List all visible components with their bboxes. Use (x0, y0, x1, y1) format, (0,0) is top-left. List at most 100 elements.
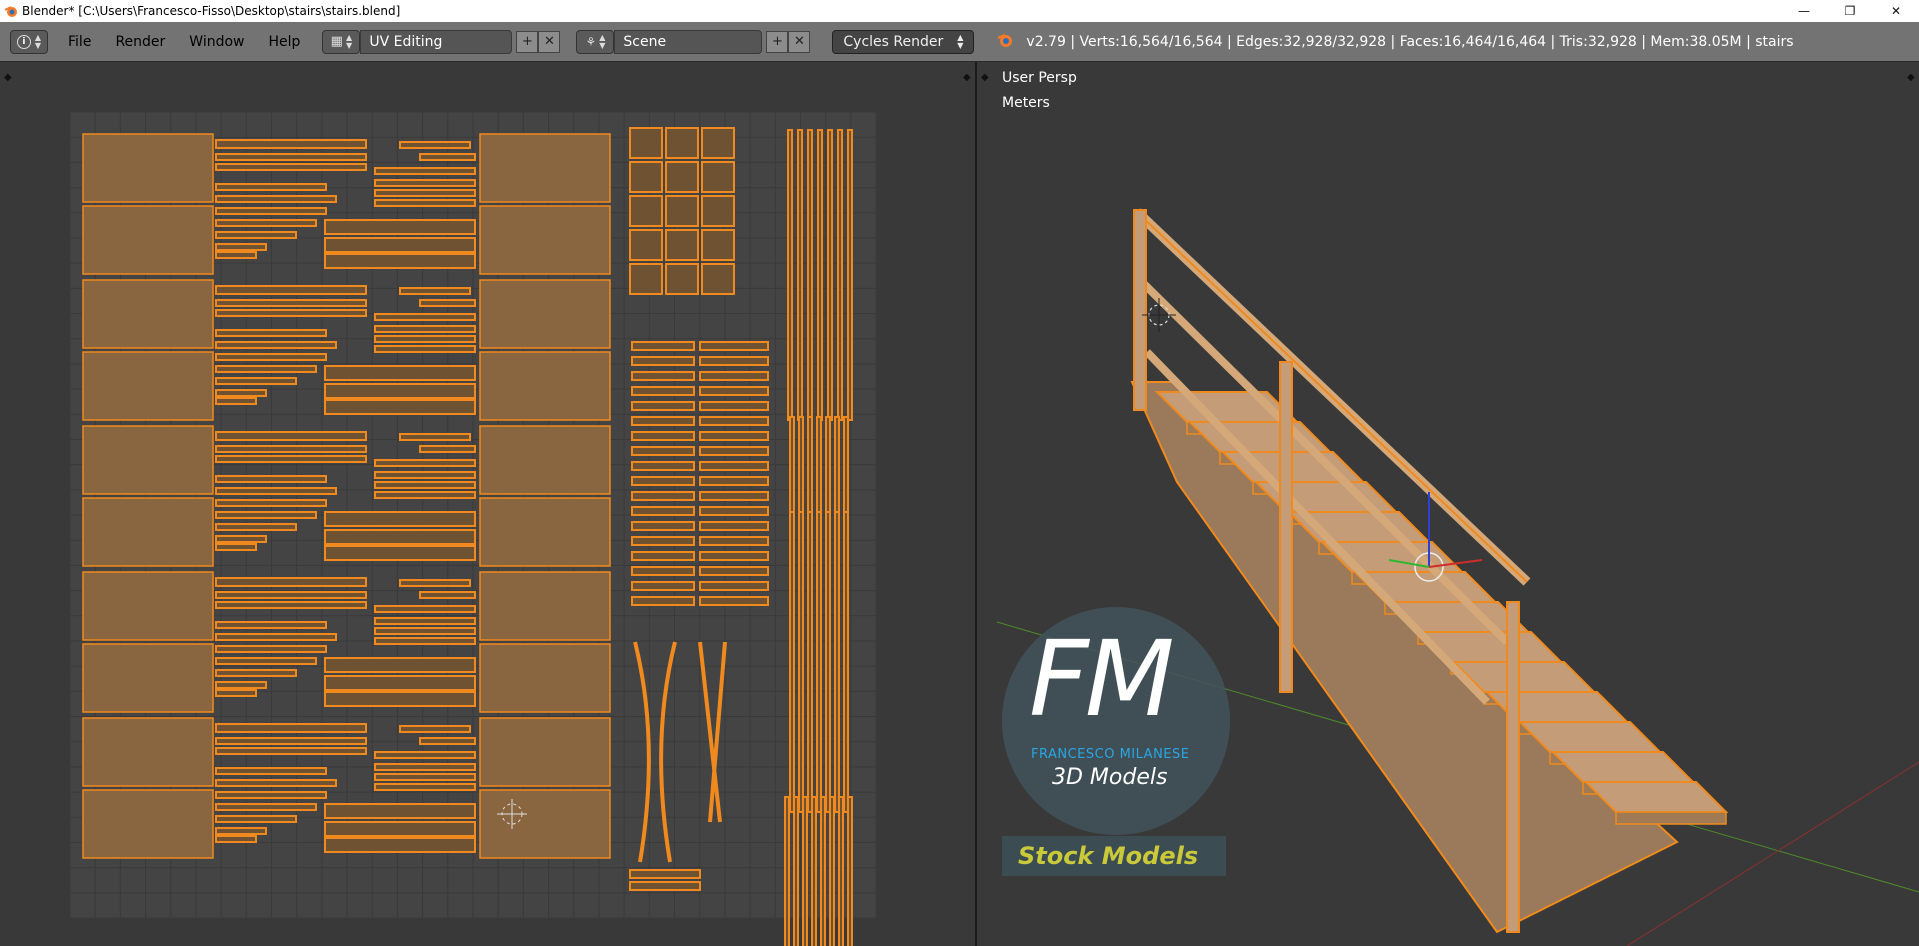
scene-name-field[interactable]: Scene (614, 29, 763, 54)
uv-strip (699, 476, 769, 486)
blender-logo-icon (996, 31, 1014, 53)
uv-face (82, 133, 214, 203)
uv-grid-canvas[interactable] (0, 62, 975, 946)
uv-strip (215, 601, 367, 609)
uv-strip (215, 523, 297, 531)
uv-strip (629, 161, 663, 193)
menu-window[interactable]: Window (177, 34, 256, 50)
uv-strip (399, 141, 471, 149)
uv-strip (631, 431, 695, 441)
uv-strip (374, 751, 476, 759)
menu-file[interactable]: File (56, 34, 103, 50)
uv-strip (419, 737, 476, 745)
editor-type-selector[interactable]: i ▲ ▼ (10, 29, 48, 54)
uv-strip (631, 446, 695, 456)
uv-strip (215, 309, 367, 317)
uv-strip (827, 129, 833, 421)
uv-strip (215, 645, 327, 653)
uv-face (479, 425, 611, 495)
stock-models-text: Stock Models (1018, 842, 1199, 870)
3d-cursor-crosshair (1142, 298, 1176, 332)
uv-strip (629, 881, 701, 891)
rail-post (1506, 601, 1520, 933)
updown-arrows-icon: ▲ ▼ (34, 32, 42, 50)
view-name-label: User Persp (1002, 70, 1077, 86)
uv-strip (793, 796, 799, 946)
minimize-button[interactable]: — (1781, 0, 1827, 22)
uv-strip (701, 127, 735, 159)
menu-help[interactable]: Help (256, 34, 312, 50)
menu-render[interactable]: Render (103, 34, 177, 50)
brand-subtitle: 3D Models (1052, 765, 1168, 790)
add-scene-button[interactable]: + (766, 30, 789, 53)
uv-strip (215, 231, 297, 239)
layout-name-text: UV Editing (369, 33, 443, 50)
layout-name-field[interactable]: UV Editing (360, 29, 513, 54)
uv-strip (699, 521, 769, 531)
uv-strip (631, 461, 695, 471)
uv-strip (631, 416, 695, 426)
screen-layout-selector[interactable]: ▦ ▲ ▼ (322, 29, 361, 54)
uv-strip (665, 229, 699, 261)
uv-face (82, 351, 214, 421)
uv-strip (215, 511, 317, 519)
uv-face (479, 205, 611, 275)
uv-face (479, 497, 611, 567)
maximize-button[interactable]: ❐ (1827, 0, 1873, 22)
uv-strip (817, 129, 823, 421)
uv-face (479, 643, 611, 713)
uv-strip (699, 386, 769, 396)
uv-strip (324, 383, 476, 399)
close-button[interactable]: ✕ (1873, 0, 1919, 22)
uv-strip (215, 455, 367, 463)
uv-strip (215, 633, 337, 641)
uv-strip (215, 577, 367, 587)
uv-strip (374, 481, 476, 489)
uv-strip (837, 129, 843, 421)
uv-strip (374, 313, 476, 321)
uv-strip (789, 511, 795, 813)
uv-strip (399, 287, 471, 295)
render-engine-dropdown[interactable]: Cycles Render ▲ ▼ (832, 29, 975, 54)
uv-strip (665, 263, 699, 295)
uv-face (82, 789, 214, 859)
3d-viewport[interactable]: ◆ ◆ User Persp Meters FM FRANCESCO MILAN… (977, 62, 1919, 946)
delete-scene-button[interactable]: ✕ (788, 30, 811, 53)
uv-strip (699, 596, 769, 606)
fm-logo-text: FM (1029, 618, 1175, 740)
uv-strip (215, 329, 327, 337)
delete-layout-button[interactable]: ✕ (538, 30, 561, 53)
uv-strip (215, 669, 297, 677)
uv-strip (215, 835, 257, 843)
uv-strip (215, 723, 367, 733)
uv-face (479, 571, 611, 641)
uv-image-editor[interactable]: ◆ ◆ (0, 62, 975, 946)
scene-selector[interactable]: ⚘ ▲ ▼ (576, 29, 615, 54)
uv-strip (215, 195, 337, 203)
uv-face (479, 279, 611, 349)
uv-face (82, 205, 214, 275)
uv-strip (324, 675, 476, 691)
uv-strip (215, 499, 327, 507)
uv-strip (787, 129, 793, 421)
uv-strip (374, 783, 476, 791)
uv-strip (629, 869, 701, 879)
add-layout-button[interactable]: + (516, 30, 539, 53)
uv-strip (699, 461, 769, 471)
uv-strip (399, 433, 471, 441)
window-title: Blender* [C:\Users\Francesco-Fisso\Deskt… (22, 4, 401, 18)
uv-strip (324, 511, 476, 527)
uv-strip (215, 219, 317, 227)
blender-logo-icon (0, 0, 22, 22)
updown-arrows-icon: ▲ ▼ (957, 32, 964, 50)
uv-strip (631, 566, 695, 576)
uv-strip (807, 129, 813, 421)
uv-strip (665, 161, 699, 193)
uv-strip (324, 837, 476, 853)
uv-strip (699, 431, 769, 441)
uv-face (479, 351, 611, 421)
uv-strip (215, 341, 337, 349)
uv-face (479, 133, 611, 203)
uv-strip (215, 657, 317, 665)
uv-face (82, 279, 214, 349)
